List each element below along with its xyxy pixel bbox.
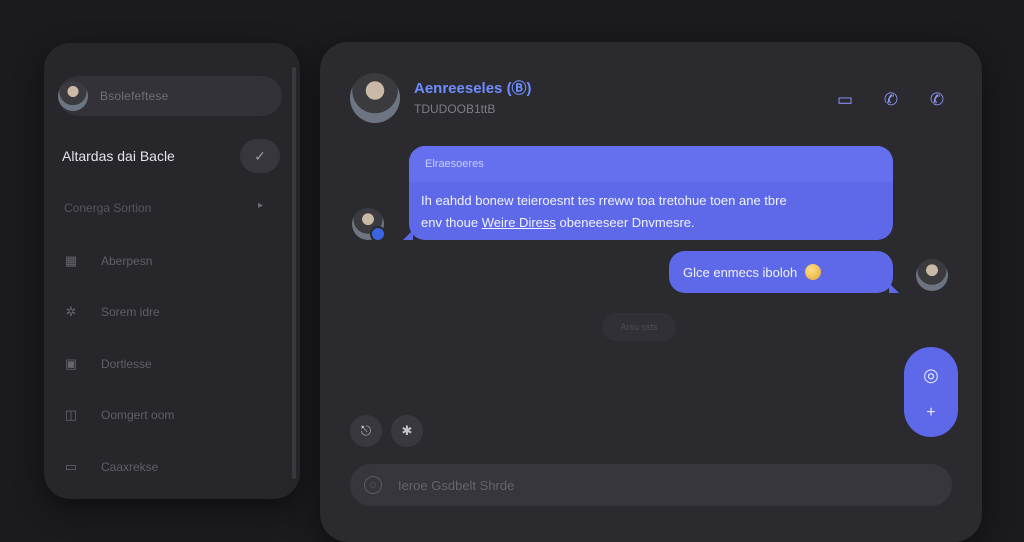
outgoing-message-text: Glce enmecs iboloh <box>683 264 798 280</box>
message-link[interactable]: Weire Diress <box>482 215 556 230</box>
message-line-2-suffix: obeneeseer Dnvmesre. <box>555 215 695 230</box>
sidebar-item-label: Dortlesse <box>101 357 152 371</box>
sidebar-item-1[interactable]: ▦ Aberpesn <box>62 249 262 273</box>
incoming-message-text: Ih eahdd bonew teieroesnt tes rreww toa … <box>421 190 881 234</box>
video-call-icon[interactable]: ▭ <box>832 89 858 111</box>
star-icon: ✲ <box>65 304 77 319</box>
quoted-message[interactable]: Elraesoeres <box>409 146 893 182</box>
chat-panel: Aenreeseles (Ⓑ) TDUDOOB1ttB ▭ ✆ ✆ Elraes… <box>320 42 982 542</box>
verified-badge <box>370 226 386 242</box>
check-icon: ✓ <box>254 147 266 164</box>
profile-name: Bsolefeftese <box>100 89 169 103</box>
sidebar-item-3[interactable]: ▣ Dortlesse <box>62 352 262 376</box>
sidebar-item-5[interactable]: ▭ Caaxrekse <box>62 455 262 479</box>
bubble-tail <box>403 230 413 240</box>
target-icon[interactable]: ◎ <box>919 363 943 387</box>
sticker-icon: ✱ <box>401 423 413 438</box>
layout-icon: ▭ <box>64 459 78 474</box>
sidebar-item-label: Sorem idre <box>101 305 160 319</box>
sidebar-item-2[interactable]: ✲ Sorem idre <box>62 300 262 324</box>
attach-icon: ⎋ <box>360 423 372 438</box>
sidebar-item-label: Caaxrekse <box>101 460 159 474</box>
sidebar-profile[interactable]: Bsolefeftese <box>58 76 282 116</box>
sticker-button[interactable]: ✱ <box>391 415 423 447</box>
phone-icon[interactable]: ✆ <box>878 89 904 111</box>
sidebar-item-label: Aberpesn <box>101 254 153 268</box>
sidebar-scrollbar[interactable] <box>292 67 296 479</box>
sidebar-section-label: Conerga Sortion <box>64 201 152 215</box>
calendar-icon: ◫ <box>64 407 78 422</box>
contact-status: TDUDOOB1ttB <box>414 102 496 116</box>
message-composer: ☺ <box>350 464 952 506</box>
contact-avatar[interactable] <box>350 73 400 123</box>
sidebar-item-label: Oomgert oom <box>101 408 175 422</box>
bubble-tail <box>889 283 899 293</box>
outgoing-message[interactable]: Glce enmecs iboloh <box>669 251 899 293</box>
sender-avatar[interactable] <box>352 208 386 242</box>
emoji-picker-icon[interactable]: ☺ <box>364 476 382 494</box>
chevron-right-icon[interactable]: ▸ <box>258 200 263 211</box>
floating-actions: ◎ + <box>904 347 958 437</box>
sidebar-heading: Altardas dai Bacle <box>62 148 175 164</box>
call-icon[interactable]: ✆ <box>924 89 950 111</box>
message-input[interactable] <box>396 476 920 494</box>
sidebar-action-button[interactable]: ✓ <box>240 139 280 173</box>
quoted-message-text: Elraesoeres <box>425 158 484 170</box>
attach-button[interactable]: ⎋ <box>350 415 382 447</box>
message-line-1: Ih eahdd bonew teieroesnt tes rreww toa … <box>421 193 787 208</box>
own-avatar[interactable] <box>916 259 948 291</box>
plus-icon[interactable]: + <box>919 401 943 425</box>
contact-name[interactable]: Aenreeseles (Ⓑ) <box>414 77 532 98</box>
emoji-icon <box>805 264 822 280</box>
grid-icon: ▦ <box>64 253 78 268</box>
sidebar-item-4[interactable]: ◫ Oomgert oom <box>62 403 262 427</box>
sidebar: Bsolefeftese Altardas dai Bacle ✓ Conerg… <box>44 43 300 499</box>
profile-avatar <box>58 81 88 111</box>
incoming-message[interactable]: Elraesoeres Ih eahdd bonew teieroesnt te… <box>403 146 893 240</box>
date-separator: Arsu ssts <box>602 313 676 341</box>
message-line-2-prefix: env thoue <box>421 215 479 230</box>
image-icon: ▣ <box>64 356 78 371</box>
